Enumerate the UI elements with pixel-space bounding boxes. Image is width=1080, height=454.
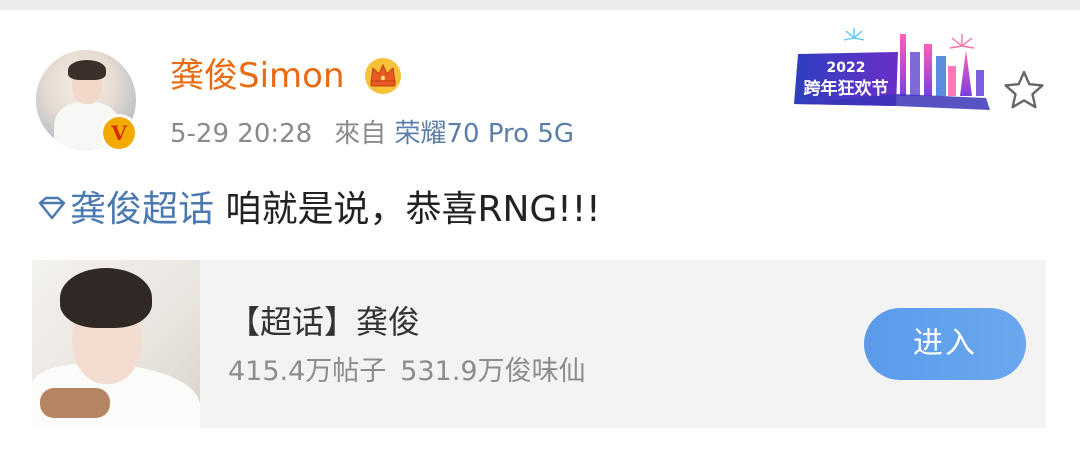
- super-topic-link[interactable]: 龚俊超话: [70, 189, 214, 230]
- super-topic-card[interactable]: 【超话】龚俊 415.4万帖子 531.9万俊味仙 进入: [32, 260, 1046, 428]
- topic-stats: 415.4万帖子 531.9万俊味仙: [228, 352, 586, 392]
- verified-v-icon-inner: V: [103, 117, 135, 149]
- enter-button[interactable]: 进入: [864, 308, 1026, 380]
- post-meta: 5-29 20:28 來自 荣耀70 Pro 5G: [170, 114, 574, 154]
- star-icon[interactable]: [1000, 66, 1048, 114]
- posts-count: 415.4万帖子: [228, 356, 387, 387]
- event-badge[interactable]: 2022 跨年狂欢节: [790, 26, 996, 116]
- fans-count: 531.9万俊味仙: [400, 356, 586, 387]
- topic-title: 【超话】龚俊: [228, 303, 421, 341]
- thumbnail-hair: [60, 268, 152, 328]
- top-divider-strip: [0, 0, 1080, 10]
- device-link[interactable]: 荣耀70 Pro 5G: [394, 119, 574, 149]
- thumbnail-railing: [40, 388, 110, 418]
- username[interactable]: 龚俊Simon: [170, 54, 345, 98]
- post-content: 龚俊超话 咱就是说，恭喜RNG!!!: [34, 184, 601, 236]
- verified-v-icon: V: [100, 114, 138, 152]
- timestamp: 5-29 20:28: [170, 119, 313, 149]
- weibo-post: V 龚俊Simon 5-29 20:28 來自 荣耀70 Pro 5G 2022…: [0, 10, 1080, 454]
- avatar-hair: [68, 60, 106, 80]
- event-badge-year: 2022: [827, 60, 866, 76]
- source-prefix: 來自: [334, 119, 387, 149]
- event-badge-title: 跨年狂欢节: [804, 78, 889, 99]
- crown-icon: [365, 58, 401, 94]
- post-text: 咱就是说，恭喜RNG!!!: [214, 189, 601, 230]
- topic-thumbnail: [32, 260, 200, 428]
- diamond-icon: [38, 196, 66, 220]
